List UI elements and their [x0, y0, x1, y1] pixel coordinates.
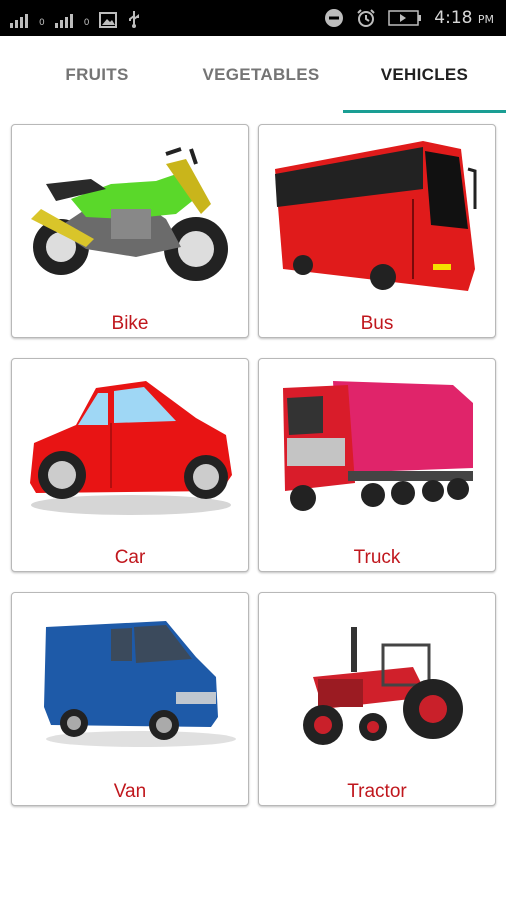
vehicle-card-bus[interactable]: Bus [258, 124, 496, 338]
vehicle-label: Car [114, 547, 146, 568]
vehicle-label: Bike [111, 313, 149, 334]
tab-fruits[interactable]: FRUITS [0, 36, 194, 114]
vehicle-label: Tractor [347, 781, 407, 802]
gallery-icon [99, 12, 118, 28]
vehicle-card-tractor[interactable]: Tractor [258, 592, 496, 806]
tab-vehicles[interactable]: VEHICLES [343, 36, 506, 114]
tractor-image [303, 627, 463, 745]
signal-strength-icon [10, 12, 28, 28]
signal-strength-icon-2 [54, 12, 73, 28]
battery-icon [388, 10, 422, 26]
tab-vegetables[interactable]: VEGETABLES [171, 36, 351, 114]
category-tabs: FRUITS VEGETABLES VEHICLES [0, 36, 506, 114]
network-label-2: 0 [83, 18, 90, 28]
do-not-disturb-icon [325, 9, 344, 27]
status-bar: 0 0 4:18 PM [0, 0, 506, 36]
clock: 4:18 PM [434, 8, 494, 28]
vehicle-label: Van [113, 781, 147, 802]
vehicle-card-bike[interactable]: Bike [11, 124, 249, 338]
vehicle-card-car[interactable]: Car [11, 358, 249, 572]
van-image [44, 621, 236, 747]
usb-icon [129, 11, 140, 28]
vehicle-label: Truck [353, 547, 401, 568]
bus-image [275, 141, 477, 291]
active-tab-indicator [343, 110, 506, 113]
car-image [30, 381, 232, 515]
motorbike-image [31, 147, 228, 281]
network-label: 0 [39, 18, 45, 28]
vehicle-card-van[interactable]: Van [11, 592, 249, 806]
vehicle-label: Bus [360, 313, 394, 334]
truck-image [283, 381, 473, 511]
vehicle-card-truck[interactable]: Truck [258, 358, 496, 572]
alarm-icon [357, 9, 375, 27]
